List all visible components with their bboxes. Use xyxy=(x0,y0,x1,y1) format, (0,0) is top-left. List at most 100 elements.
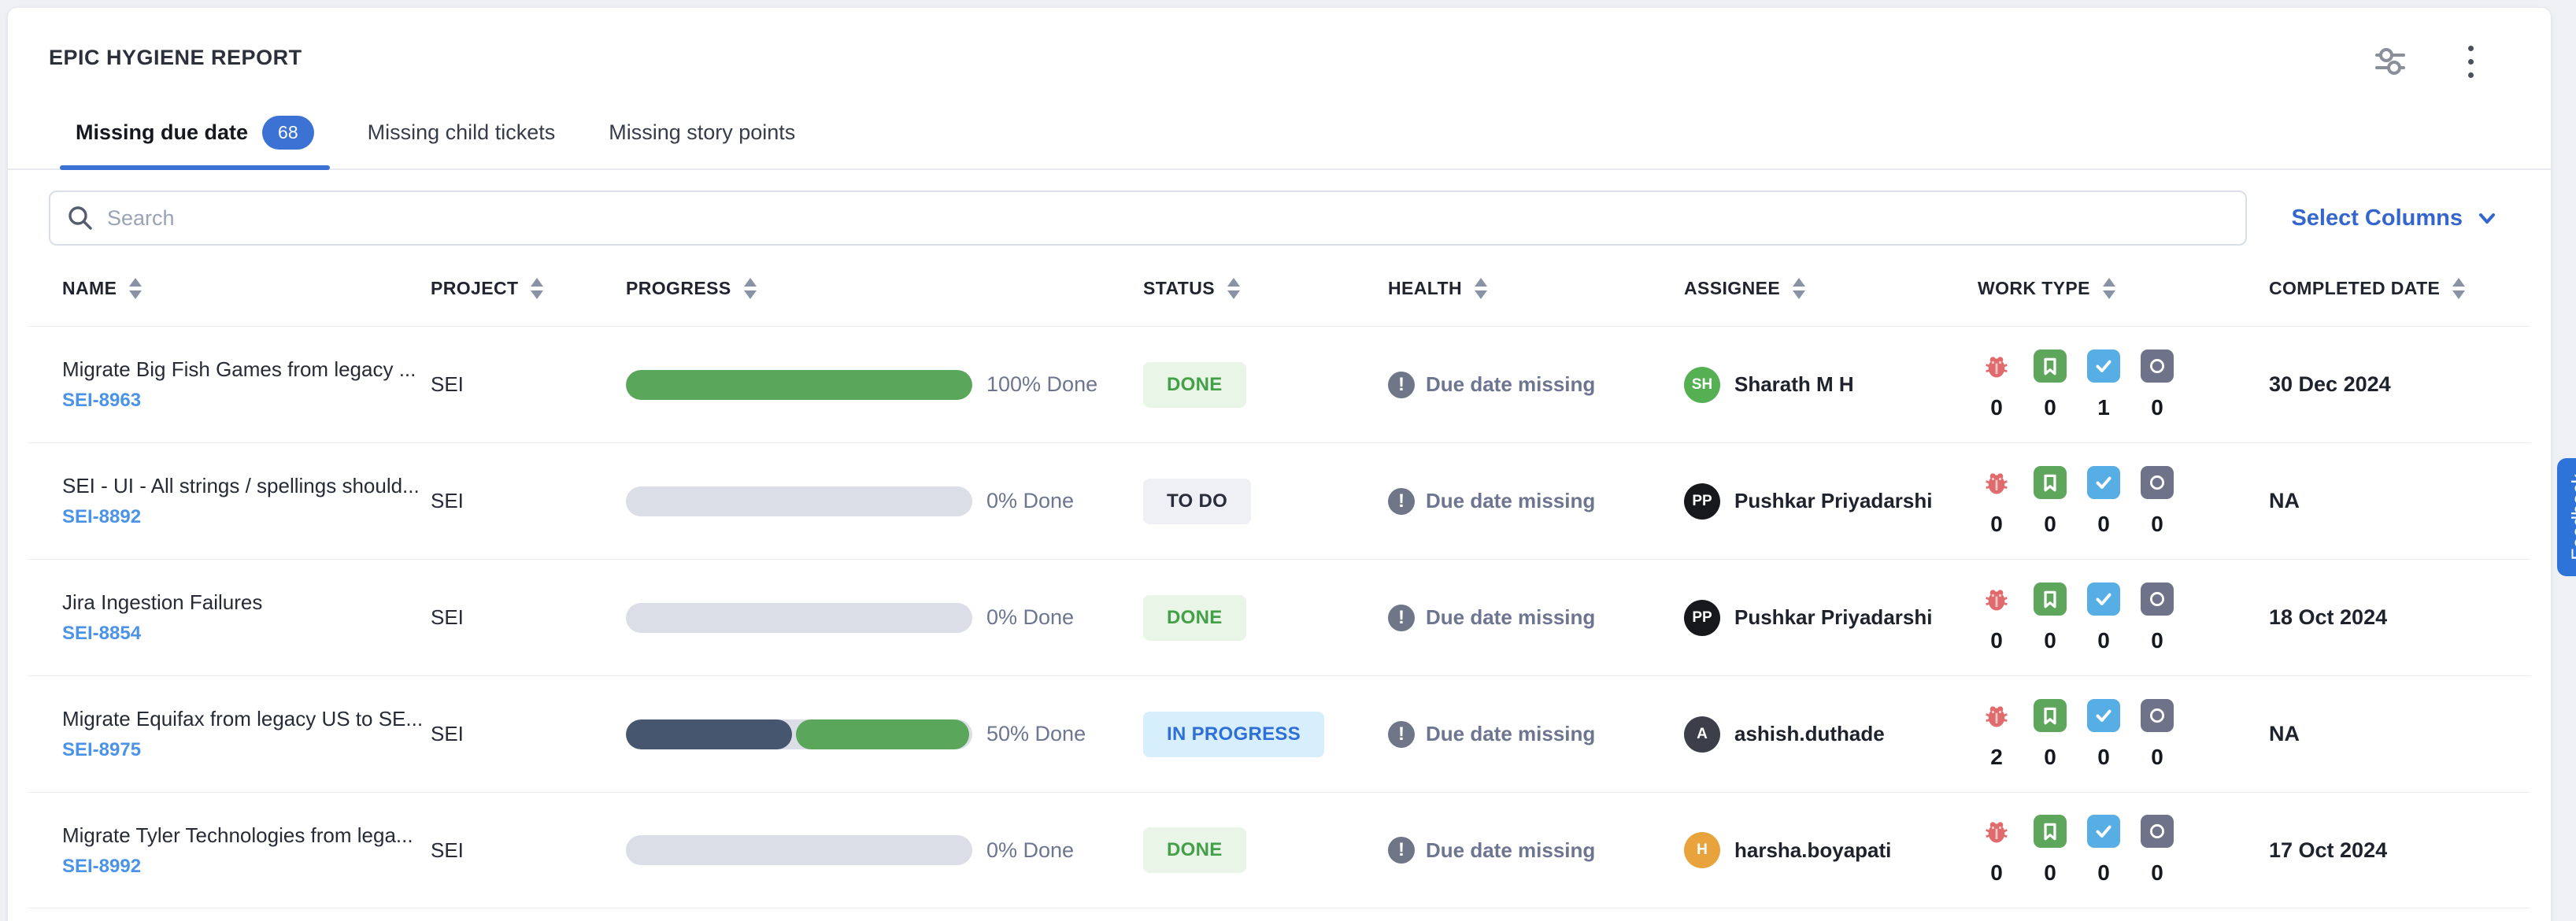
kebab-menu-icon[interactable] xyxy=(2452,43,2489,80)
sort-icon[interactable] xyxy=(2103,278,2115,299)
avatar: SH xyxy=(1684,367,1720,403)
status-badge: IN PROGRESS xyxy=(1143,712,1324,757)
column-header-status[interactable]: STATUS xyxy=(1143,278,1388,299)
table-row[interactable]: Migrate Big Fish Games from legacy ... S… xyxy=(28,326,2530,442)
column-header-work-type[interactable]: WORK TYPE xyxy=(1978,278,2269,299)
health-label: Due date missing xyxy=(1426,838,1595,863)
sort-icon[interactable] xyxy=(2452,278,2465,299)
health-label: Due date missing xyxy=(1426,722,1595,746)
bug-count: 0 xyxy=(1990,512,2003,537)
epic-name: Migrate Tyler Technologies from lega... xyxy=(62,823,431,848)
health-label: Due date missing xyxy=(1426,372,1595,397)
epic-key-link[interactable]: SEI-8892 xyxy=(62,506,141,528)
bug-count: 2 xyxy=(1990,745,2003,770)
epic-key-link[interactable]: SEI-8854 xyxy=(62,623,141,645)
tab-missing-story-points[interactable]: Missing story points xyxy=(602,105,801,168)
table-row[interactable]: Jira Ingestion Failures SEI-8854 SEI 0% … xyxy=(28,559,2530,675)
page-title: EPIC HYGIENE REPORT xyxy=(49,46,2488,70)
progress-bar xyxy=(626,719,972,749)
progress-bar xyxy=(626,835,972,865)
feedback-tab[interactable]: Feedback xyxy=(2557,458,2576,576)
assignee-name: Pushkar Priyadarshi xyxy=(1734,489,1932,513)
sort-icon[interactable] xyxy=(1793,278,1805,299)
warning-icon: ! xyxy=(1388,837,1415,864)
tab-missing-child-tickets[interactable]: Missing child tickets xyxy=(361,105,562,168)
story-icon xyxy=(2034,350,2067,383)
column-header-name[interactable]: NAME xyxy=(62,278,431,299)
story-count: 0 xyxy=(2044,512,2056,537)
avatar: A xyxy=(1684,716,1720,753)
warning-icon: ! xyxy=(1388,721,1415,748)
epic-key-link[interactable]: SEI-8963 xyxy=(62,390,141,412)
story-icon xyxy=(2034,466,2067,499)
task-count: 0 xyxy=(2097,745,2110,770)
sort-icon[interactable] xyxy=(1227,278,1240,299)
circle-work-count: 0 xyxy=(2151,745,2163,770)
avatar: PP xyxy=(1684,600,1720,636)
progress-label: 50% Done xyxy=(986,722,1086,746)
epic-name: SEI - UI - All strings / spellings shoul… xyxy=(62,474,431,498)
column-header-assignee[interactable]: ASSIGNEE xyxy=(1684,278,1978,299)
warning-icon: ! xyxy=(1388,372,1415,398)
assignee-name: Sharath M H xyxy=(1734,372,1854,397)
sort-icon[interactable] xyxy=(1475,278,1487,299)
warning-icon: ! xyxy=(1388,488,1415,515)
epic-table: NAME PROJECT PROGRESS STATUS HEALTH ASSI… xyxy=(28,246,2530,908)
warning-icon: ! xyxy=(1388,605,1415,631)
report-card: EPIC HYGIENE REPORT Missing due date 68 … xyxy=(8,8,2551,921)
column-header-completed-date[interactable]: COMPLETED DATE xyxy=(2269,278,2530,299)
chevron-down-icon xyxy=(2475,206,2499,230)
table-row[interactable]: Migrate Tyler Technologies from lega... … xyxy=(28,792,2530,908)
toolbar: Select Columns xyxy=(49,190,2499,246)
story-count: 0 xyxy=(2044,628,2056,653)
epic-name: Jira Ingestion Failures xyxy=(62,590,431,615)
completed-date: 30 Dec 2024 xyxy=(2269,372,2530,397)
health-label: Due date missing xyxy=(1426,605,1595,630)
sort-icon[interactable] xyxy=(531,278,543,299)
bug-icon xyxy=(1980,699,2013,732)
progress-bar xyxy=(626,603,972,633)
status-badge: DONE xyxy=(1143,827,1246,873)
task-count: 0 xyxy=(2097,628,2110,653)
completed-date: NA xyxy=(2269,722,2530,746)
epic-key-link[interactable]: SEI-8975 xyxy=(62,739,141,761)
story-count: 0 xyxy=(2044,860,2056,886)
tab-missing-due-date[interactable]: Missing due date 68 xyxy=(69,105,320,168)
project-name: SEI xyxy=(431,489,626,513)
epic-key-link[interactable]: SEI-8992 xyxy=(62,856,141,878)
progress-segment xyxy=(796,719,969,749)
completed-date: NA xyxy=(2269,489,2530,513)
task-icon xyxy=(2087,466,2120,499)
column-header-health[interactable]: HEALTH xyxy=(1388,278,1684,299)
tab-label: Missing story points xyxy=(609,120,795,145)
circle-work-count: 0 xyxy=(2151,395,2163,420)
progress-segment xyxy=(626,719,792,749)
table-row[interactable]: SEI - UI - All strings / spellings shoul… xyxy=(28,442,2530,559)
tab-label: Missing due date xyxy=(76,120,248,145)
assignee-name: Pushkar Priyadarshi xyxy=(1734,605,1932,630)
story-icon xyxy=(2034,583,2067,616)
sort-icon[interactable] xyxy=(744,278,757,299)
assignee-name: harsha.boyapati xyxy=(1734,838,1891,863)
status-badge: DONE xyxy=(1143,595,1246,641)
card-header: EPIC HYGIENE REPORT xyxy=(8,8,2551,70)
column-header-project[interactable]: PROJECT xyxy=(431,278,626,299)
sort-icon[interactable] xyxy=(129,278,142,299)
select-columns-button[interactable]: Select Columns xyxy=(2291,205,2499,231)
search-input[interactable] xyxy=(49,190,2247,246)
health-label: Due date missing xyxy=(1426,489,1595,513)
circle-work-icon xyxy=(2141,466,2174,499)
task-icon xyxy=(2087,815,2120,848)
circle-work-count: 0 xyxy=(2151,860,2163,886)
column-header-progress[interactable]: PROGRESS xyxy=(626,278,1143,299)
bug-count: 0 xyxy=(1990,628,2003,653)
tab-count-badge: 68 xyxy=(262,116,314,150)
table-row[interactable]: Migrate Equifax from legacy US to SE... … xyxy=(28,675,2530,792)
task-icon xyxy=(2087,583,2120,616)
task-count: 0 xyxy=(2097,512,2110,537)
story-count: 0 xyxy=(2044,395,2056,420)
filter-sliders-icon[interactable] xyxy=(2371,43,2409,80)
search-icon xyxy=(66,204,94,236)
assignee-name: ashish.duthade xyxy=(1734,722,1885,746)
progress-bar xyxy=(626,486,972,516)
